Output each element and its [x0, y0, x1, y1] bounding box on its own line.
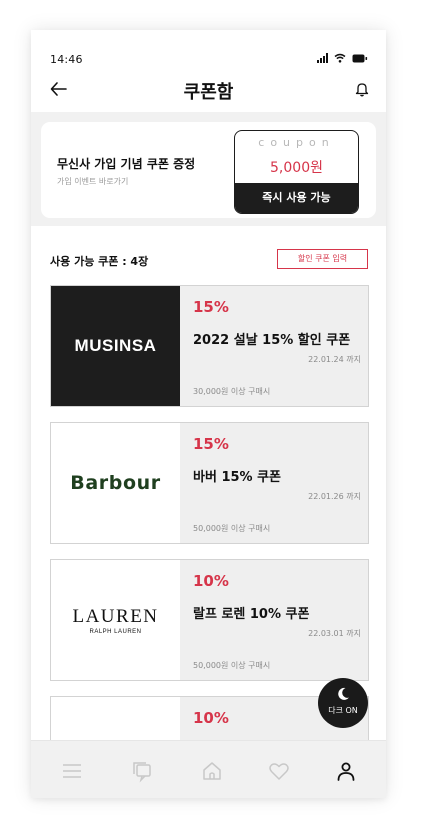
wifi-icon [334, 53, 346, 63]
app-header: 쿠폰함 [31, 70, 386, 112]
bell-icon[interactable] [354, 81, 370, 97]
brand-name: Barbour [70, 472, 161, 494]
menu-icon[interactable] [60, 759, 84, 783]
coupon-expiry: 22.01.26 까지 [308, 492, 361, 501]
brand-name: LAUREN [72, 605, 159, 627]
available-count: 사용 가능 쿠폰 : 4장 [50, 255, 149, 268]
signal-icon [317, 53, 328, 63]
welcome-ticket[interactable]: coupon 5,000원 즉시 사용 가능 [234, 130, 359, 214]
battery-icon [352, 54, 368, 63]
bottom-nav [31, 740, 386, 798]
coupon-min-purchase: 50,000원 이상 구매시 [193, 661, 271, 670]
user-icon[interactable] [334, 759, 358, 783]
welcome-section: 무신사 가입 기념 쿠폰 증정 가입 이벤트 바로가기 coupon 5,000… [31, 112, 386, 226]
dark-mode-toggle[interactable]: 다크 ON [318, 678, 368, 728]
coupon-expiry: 22.03.01 까지 [308, 629, 361, 638]
chat-icon[interactable] [130, 759, 154, 783]
coupon-rate: 10% [193, 572, 229, 590]
ticket-amount: 5,000원 [270, 160, 323, 176]
brand-logo-barbour: Barbour [51, 423, 180, 543]
coupon-min-purchase: 30,000원 이상 구매시 [193, 387, 271, 396]
coupon-rate: 10% [193, 709, 229, 727]
status-time: 14:46 [50, 53, 83, 66]
page-title: 쿠폰함 [183, 82, 234, 103]
ticket-word: coupon [258, 136, 335, 149]
coupon-name: 바버 15% 쿠폰 [193, 470, 282, 485]
coupon-info: 10% 랄프 로렌 10% 쿠폰 22.03.01 까지 50,000원 이상 … [180, 560, 368, 680]
heart-icon[interactable] [267, 759, 291, 783]
coupon-rate: 15% [193, 298, 229, 316]
coupon-info: 15% 2022 설날 15% 할인 쿠폰 22.01.24 까지 30,000… [180, 286, 368, 406]
coupon-list-section: 사용 가능 쿠폰 : 4장 할인 쿠폰 입력 MUSINSA 15% 2022 … [31, 226, 386, 740]
brand-logo-musinsa: MUSINSA [51, 286, 180, 406]
brand-subname: RALPH LAUREN [89, 628, 142, 635]
coupon-card[interactable]: Barbour 15% 바버 15% 쿠폰 22.01.26 까지 50,000… [50, 422, 369, 544]
welcome-event-link[interactable]: 가입 이벤트 바로가기 [57, 176, 128, 187]
enter-coupon-button[interactable]: 할인 쿠폰 입력 [277, 249, 368, 269]
coupon-name: 랄프 로렌 10% 쿠폰 [193, 607, 310, 622]
status-icons [317, 53, 368, 63]
dark-mode-label: 다크 ON [328, 706, 358, 715]
home-icon[interactable] [200, 759, 224, 783]
status-bar: 14:46 [31, 30, 386, 70]
brand-name: MUSINSA [74, 336, 157, 355]
use-now-button[interactable]: 즉시 사용 가능 [235, 183, 358, 213]
brand-logo [51, 697, 180, 740]
coupon-info: 15% 바버 15% 쿠폰 22.01.26 까지 50,000원 이상 구매시 [180, 423, 368, 543]
coupon-name: 2022 설날 15% 할인 쿠폰 [193, 333, 351, 348]
coupon-card[interactable]: LAUREN RALPH LAUREN 10% 랄프 로렌 10% 쿠폰 22.… [50, 559, 369, 681]
coupon-expiry: 22.01.24 까지 [308, 355, 361, 364]
brand-logo-lauren: LAUREN RALPH LAUREN [51, 560, 180, 680]
phone-screen: 14:46 쿠폰함 무신사 가입 기념 쿠폰 증정 가입 이벤트 바로가기 co… [31, 30, 386, 798]
moon-icon [338, 687, 349, 700]
coupon-min-purchase: 50,000원 이상 구매시 [193, 524, 271, 533]
welcome-coupon-card[interactable]: 무신사 가입 기념 쿠폰 증정 가입 이벤트 바로가기 coupon 5,000… [41, 122, 376, 218]
welcome-title: 무신사 가입 기념 쿠폰 증정 [57, 157, 196, 171]
coupon-card[interactable]: MUSINSA 15% 2022 설날 15% 할인 쿠폰 22.01.24 까… [50, 285, 369, 407]
coupon-rate: 15% [193, 435, 229, 453]
